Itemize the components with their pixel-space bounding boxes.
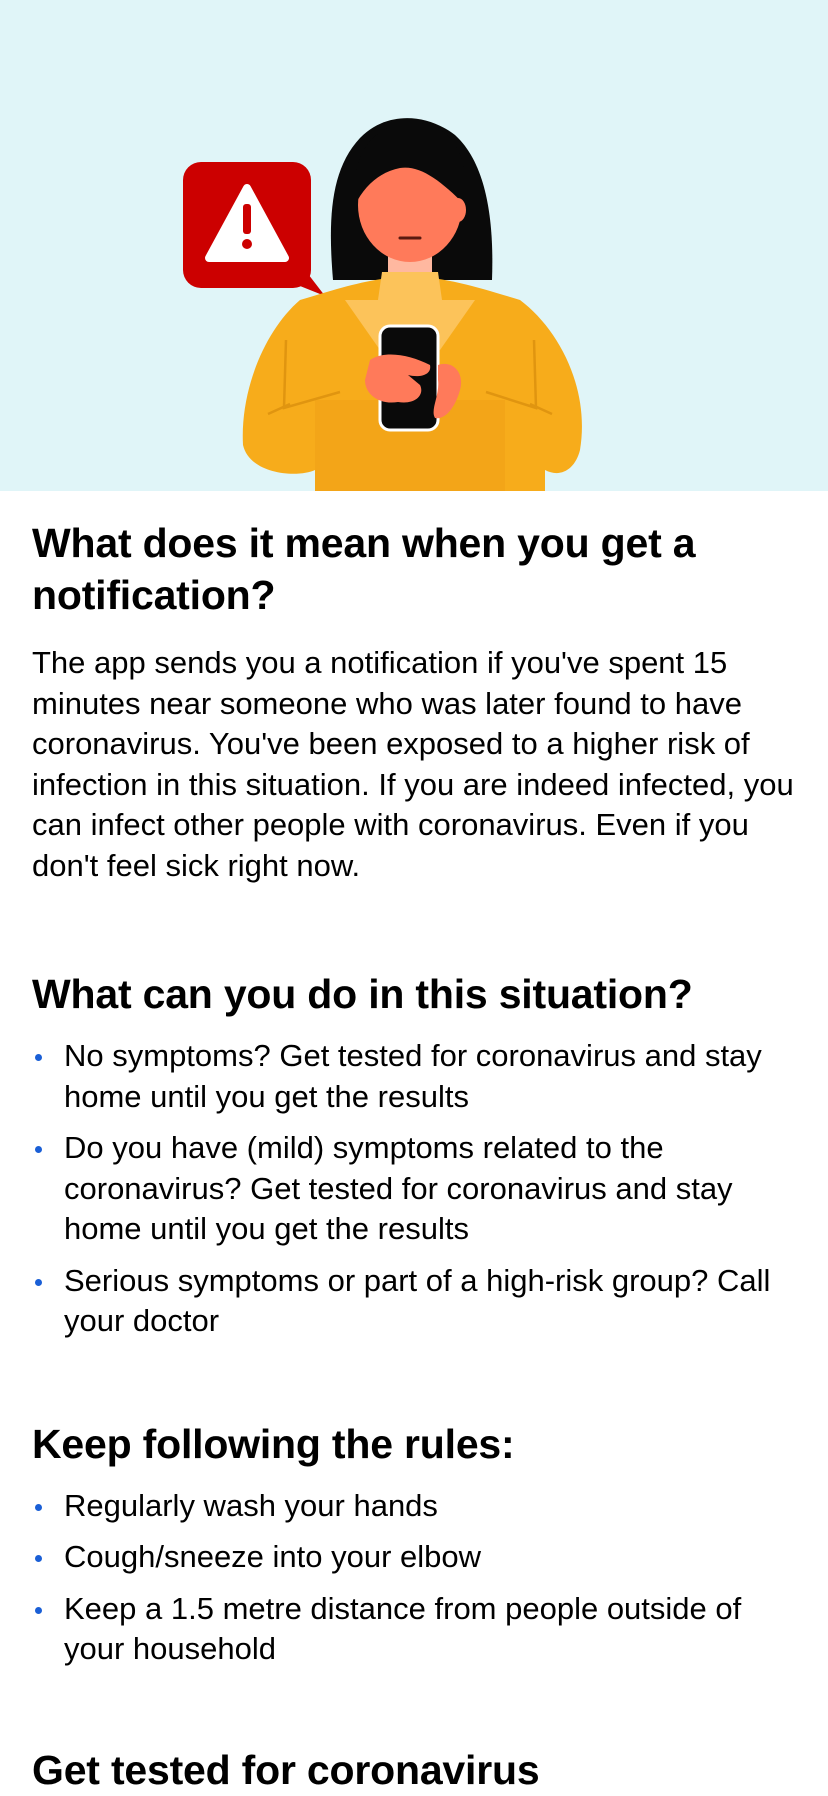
list-item: Serious symptoms or part of a high-risk … xyxy=(32,1261,796,1342)
what-to-do-list: No symptoms? Get tested for coronavirus … xyxy=(32,1036,796,1342)
bullet-icon xyxy=(35,1278,42,1286)
person-with-phone-illustration xyxy=(183,118,582,491)
rules-heading: Keep following the rules: xyxy=(32,1420,515,1467)
hero-illustration xyxy=(0,0,828,491)
list-item: Keep a 1.5 metre distance from people ou… xyxy=(32,1589,796,1670)
notification-explanation-text: The app sends you a notification if you'… xyxy=(32,645,794,883)
bullet-icon xyxy=(35,1054,42,1061)
notification-meaning-heading: What does it mean when you get a notific… xyxy=(32,520,696,618)
what-to-do-heading: What can you do in this situation? xyxy=(32,971,693,1017)
bullet-icon xyxy=(35,1555,42,1562)
bullet-icon xyxy=(35,1146,42,1153)
list-item: No symptoms? Get tested for coronavirus … xyxy=(32,1036,796,1117)
list-item: Do you have (mild) symptoms related to t… xyxy=(32,1128,796,1250)
rules-section: Keep following the rules: Regularly wash… xyxy=(32,1418,796,1670)
list-item: Cough/sneeze into your elbow xyxy=(32,1537,796,1578)
bullet-icon xyxy=(35,1503,42,1511)
warning-bubble-icon xyxy=(183,162,325,296)
list-item: Regularly wash your hands xyxy=(32,1486,796,1527)
bullet-icon xyxy=(35,1606,42,1614)
get-tested-heading: Get tested for coronavirus xyxy=(32,1746,540,1793)
rules-list: Regularly wash your hands Cough/sneeze i… xyxy=(32,1486,796,1670)
get-tested-section: Get tested for coronavirus xyxy=(32,1744,796,1796)
what-to-do-section: What can you do in this situation? No sy… xyxy=(32,968,796,1342)
